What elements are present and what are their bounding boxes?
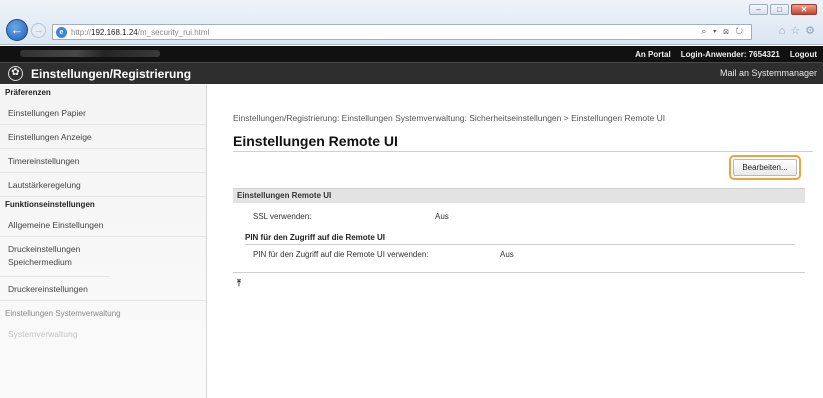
edit-button-highlight: Bearbeiten... [729,155,801,180]
main-content: Einstellungen/Registrierung: Einstellung… [207,85,823,398]
back-arrow-icon[interactable]: ← [6,19,28,41]
favorites-star-icon[interactable]: ☆ [790,25,800,38]
pin-value: Aus [500,250,514,259]
pin-subheading: PIN für den Zugriff auf die Remote UI [245,233,386,242]
ssl-value: Aus [435,212,449,221]
url-text: http://192.168.1.24/m_security_rui.html [71,28,209,37]
sidebar-heading-system-management[interactable]: Einstellungen Systemverwaltung [0,301,206,322]
sidebar: Präferenzen Einstellungen Papier Einstel… [0,85,207,398]
breadcrumb: Einstellungen/Registrierung: Einstellung… [233,113,666,123]
section-header: Einstellungen Remote UI [233,188,805,203]
sidebar-item-timer-settings[interactable]: Timereinstellungen [0,149,206,173]
pin-subheading-divider [245,244,795,245]
page-title: Einstellungen Remote UI [233,133,398,149]
sidebar-heading-function-settings: Funktionseinstellungen [5,200,95,209]
login-label: Login-Anwender: [680,49,747,59]
login-user: 7654321 [748,49,780,59]
logout-link[interactable]: Logout [790,50,817,59]
forward-arrow-icon[interactable]: → [31,23,46,38]
sidebar-item-volume-control[interactable]: Lautstärkeregelung [0,173,206,197]
minimize-button[interactable]: – [749,4,768,15]
sidebar-item-system-management[interactable]: Systemverwaltung [0,322,206,346]
sidebar-heading-preferences: Präferenzen [5,88,51,97]
top-bar: An Portal Login-Anwender: 7654321 Logout [0,46,823,62]
browser-toolbar-icons: ⌂ ☆ ⚙ [779,25,815,38]
sidebar-item-general-settings[interactable]: Allgemeine Einstellungen [0,213,206,237]
url-prefix: http:// [71,27,92,37]
back-to-top-icon[interactable]: ⤒ [237,278,241,289]
title-divider [233,151,813,152]
settings-icon: ✿ [8,66,23,81]
maximize-button[interactable]: □ [770,4,789,15]
address-bar-controls[interactable]: ⌕ ▾ ⊠ ↻ [701,26,745,37]
device-name-blurred [20,50,160,57]
title-bar: ✿ Einstellungen/Registrierung Mail an Sy… [0,62,823,84]
sidebar-item-paper-settings[interactable]: Einstellungen Papier [0,101,206,125]
window-controls: – □ ✕ [749,4,817,15]
tools-gear-icon[interactable]: ⚙ [805,25,815,38]
ie-page-icon: e [56,26,67,38]
browser-chrome: – □ ✕ ← → e http://192.168.1.24/m_securi… [0,0,823,45]
edit-button[interactable]: Bearbeiten... [733,159,797,176]
address-bar[interactable]: e http://192.168.1.24/m_security_rui.htm… [52,24,752,40]
sidebar-item-printer-settings[interactable]: Druckereinstellungen [0,277,206,301]
ssl-label: SSL verwenden: [253,212,312,221]
pin-label: PIN für den Zugriff auf die Remote UI ve… [253,250,429,259]
login-user-info: Login-Anwender: 7654321 [681,50,780,59]
home-icon[interactable]: ⌂ [779,25,786,38]
page-section-title: Einstellungen/Registrierung [31,66,192,81]
url-host: 192.168.1.24 [91,27,138,37]
portal-link[interactable]: An Portal [635,50,671,59]
close-window-button[interactable]: ✕ [791,4,817,15]
sidebar-item-memory-media-print[interactable]: Druckeinstellungen Speichermedium [0,237,110,277]
sidebar-item-display-settings[interactable]: Einstellungen Anzeige [0,125,206,149]
url-path: /m_security_rui.html [137,27,210,37]
section-end-divider [233,272,805,273]
mail-to-system-manager-link[interactable]: Mail an Systemmanager [720,68,817,78]
